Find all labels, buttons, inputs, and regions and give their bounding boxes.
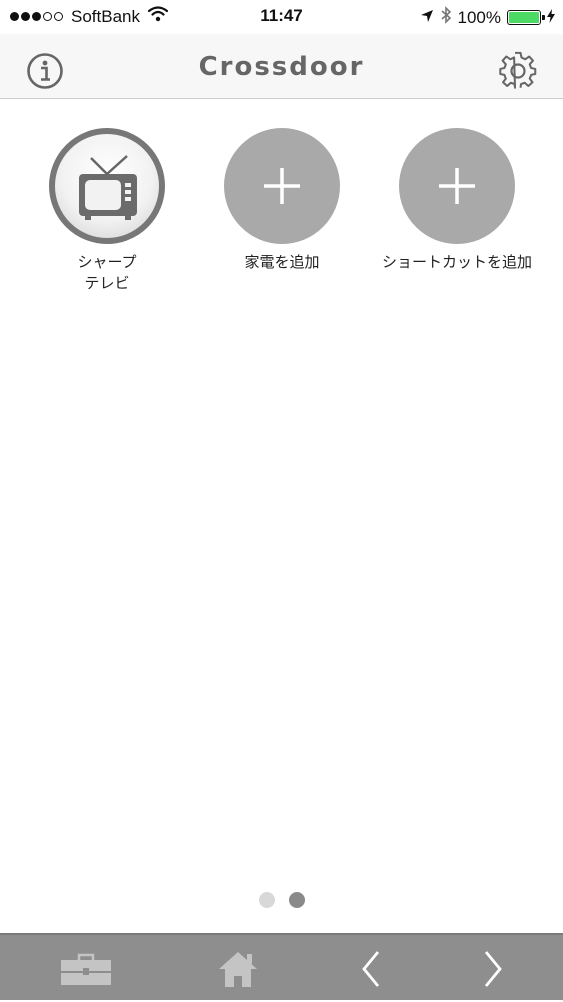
bottom-toolbar: [0, 933, 563, 1000]
status-bar: SoftBank 11:47 100%: [0, 0, 563, 34]
battery-fill: [509, 12, 539, 23]
bluetooth-icon: [440, 6, 452, 29]
chevron-left-icon: [362, 950, 380, 987]
add-shortcut-button[interactable]: [399, 128, 515, 244]
battery-percent: 100%: [457, 7, 501, 27]
page-dot-1[interactable]: [258, 892, 275, 908]
forward-button[interactable]: [458, 935, 528, 1002]
toolbox-icon: [61, 953, 111, 985]
plus-icon: [439, 168, 475, 204]
page-title: Crossdoor: [198, 52, 365, 82]
status-right: 100%: [414, 6, 555, 29]
home-icon: [219, 951, 257, 987]
add-appliance-button[interactable]: [224, 128, 340, 244]
battery-tip: [542, 15, 545, 20]
home-button[interactable]: [203, 935, 273, 1002]
add-shortcut-item[interactable]: ショートカットを追加: [372, 128, 542, 273]
page-indicator: [0, 892, 563, 908]
charging-bolt-icon: [547, 8, 555, 28]
settings-button[interactable]: [498, 51, 538, 91]
add-appliance-label: 家電を追加: [244, 253, 320, 271]
toolbox-button[interactable]: [50, 935, 122, 1002]
add-shortcut-label: ショートカットを追加: [381, 253, 532, 271]
device-label: シャープ テレビ: [77, 253, 137, 292]
chevron-right-icon: [484, 950, 502, 987]
tv-icon: [79, 155, 137, 220]
nav-bar: Crossdoor: [0, 34, 563, 99]
device-item-sharp-tv[interactable]: シャープ テレビ: [22, 128, 192, 294]
location-arrow-icon: [420, 8, 434, 28]
plus-icon: [264, 168, 300, 204]
back-button[interactable]: [336, 935, 406, 1002]
device-button[interactable]: [49, 128, 165, 244]
add-appliance-item[interactable]: 家電を追加: [197, 128, 367, 273]
gear-icon: [499, 51, 537, 89]
battery-icon: [507, 10, 545, 25]
page-dot-2[interactable]: [288, 892, 305, 908]
